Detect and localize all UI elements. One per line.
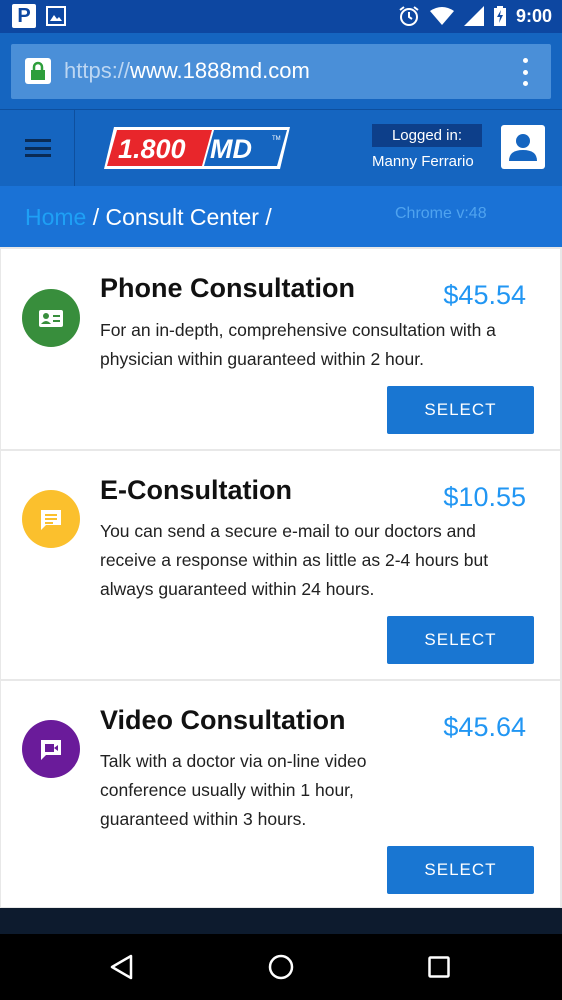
browser-toolbar: https://www.1888md.com bbox=[0, 33, 562, 109]
logo-tm: TM bbox=[272, 136, 281, 142]
image-icon bbox=[46, 6, 66, 26]
card-description: Talk with a doctor via on-line video con… bbox=[100, 751, 367, 829]
url-text[interactable]: https://www.1888md.com bbox=[64, 58, 310, 84]
lock-icon[interactable] bbox=[25, 58, 51, 84]
app-header: 1.800 MD TM Logged in: Manny Ferrario bbox=[0, 109, 562, 186]
user-avatar-icon[interactable] bbox=[501, 125, 545, 169]
battery-icon bbox=[493, 6, 506, 26]
card-price: $45.64 bbox=[443, 712, 526, 742]
card-price: $45.54 bbox=[443, 280, 526, 310]
recent-apps-icon[interactable] bbox=[428, 956, 450, 978]
clock: 9:00 bbox=[515, 5, 552, 26]
user-name: Manny Ferrario bbox=[372, 153, 474, 170]
breadcrumb-current: Consult Center / bbox=[105, 204, 272, 230]
page-footer bbox=[0, 908, 562, 934]
card-price: $10.55 bbox=[443, 482, 526, 512]
logged-in-label: Logged in: bbox=[372, 124, 482, 147]
url-scheme: https:// bbox=[64, 58, 131, 83]
chrome-version-label: Chrome v:48 bbox=[395, 205, 487, 222]
alarm-icon bbox=[399, 6, 419, 26]
e-consultation-card: E-Consultation $10.55 You can send a sec… bbox=[1, 451, 560, 679]
contact-card-icon bbox=[22, 289, 80, 347]
video-consultation-card: Video Consultation $45.64 Talk with a do… bbox=[1, 681, 560, 907]
card-title: E-Consultation bbox=[100, 475, 292, 505]
logo[interactable]: 1.800 MD TM bbox=[104, 127, 290, 169]
hamburger-icon bbox=[25, 139, 51, 157]
card-description: For an in-depth, comprehensive consultat… bbox=[100, 320, 496, 369]
message-icon bbox=[22, 490, 80, 548]
back-icon[interactable] bbox=[109, 953, 135, 981]
select-video-button[interactable]: SELECT bbox=[387, 846, 534, 894]
video-icon bbox=[22, 720, 80, 778]
parking-icon: P bbox=[12, 4, 36, 28]
phone-consultation-card: Phone Consultation $45.54 For an in-dept… bbox=[1, 249, 560, 449]
wifi-icon bbox=[429, 7, 454, 25]
select-e-consultation-button[interactable]: SELECT bbox=[387, 616, 534, 664]
card-title: Phone Consultation bbox=[100, 273, 355, 303]
menu-button[interactable] bbox=[0, 110, 75, 186]
logo-number: 1.800 bbox=[118, 134, 186, 164]
breadcrumb-separator: / bbox=[86, 204, 106, 230]
signal-icon bbox=[463, 6, 484, 26]
home-icon[interactable] bbox=[268, 954, 294, 980]
breadcrumb: Home / Consult Center / Chrome v:48 bbox=[0, 186, 562, 247]
more-options-icon[interactable] bbox=[523, 58, 529, 86]
breadcrumb-home-link[interactable]: Home bbox=[25, 204, 86, 230]
status-bar: P 9:00 bbox=[0, 0, 562, 33]
card-title: Video Consultation bbox=[100, 705, 346, 735]
system-nav-bar bbox=[0, 934, 562, 1000]
card-description: You can send a secure e-mail to our doct… bbox=[100, 521, 489, 599]
consultation-list: Phone Consultation $45.54 For an in-dept… bbox=[0, 247, 562, 908]
logo-md: MD bbox=[210, 134, 252, 164]
address-bar[interactable]: https://www.1888md.com bbox=[11, 44, 551, 99]
url-host: www.1888md.com bbox=[130, 58, 310, 83]
select-phone-button[interactable]: SELECT bbox=[387, 386, 534, 434]
